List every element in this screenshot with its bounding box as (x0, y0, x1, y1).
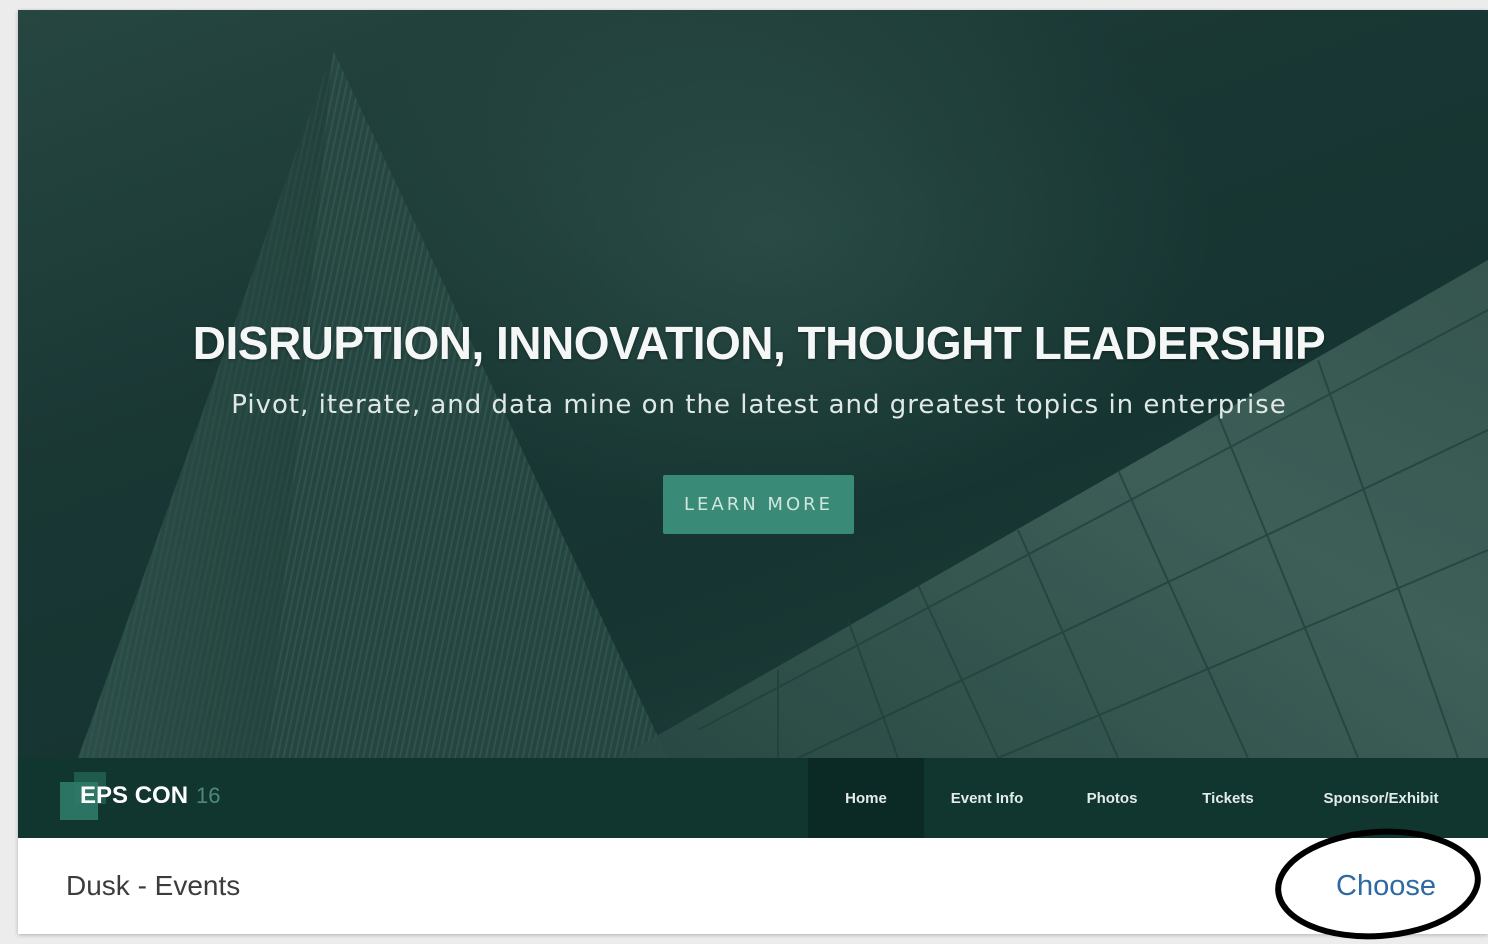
nav-item-event-info[interactable]: Event Info (924, 758, 1050, 838)
nav-item-photos[interactable]: Photos (1050, 758, 1174, 838)
hero-title: DISRUPTION, INNOVATION, THOUGHT LEADERSH… (192, 317, 1326, 369)
logo-suffix: 16 (196, 783, 221, 808)
template-preview[interactable]: DISRUPTION, INNOVATION, THOUGHT LEADERSH… (18, 10, 1488, 838)
learn-more-button[interactable]: LEARN MORE (663, 475, 854, 534)
site-logo[interactable]: EPS CON 16 (60, 770, 221, 822)
architecture-image (18, 10, 1488, 838)
hero-subtitle: Pivot, iterate, and data mine on the lat… (231, 390, 1287, 420)
annotation-circle (1275, 828, 1481, 940)
template-card: DISRUPTION, INNOVATION, THOUGHT LEADERSH… (18, 10, 1488, 934)
logo-text: EPS CON (80, 782, 189, 809)
template-name: Dusk - Events (66, 870, 241, 901)
color-overlay (18, 10, 1488, 838)
nav-item-home[interactable]: Home (808, 758, 924, 838)
